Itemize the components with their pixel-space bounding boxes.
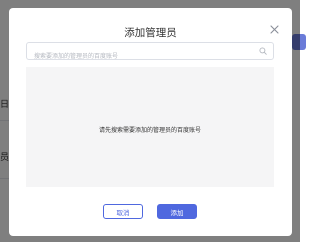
search-results-area: 请先搜索需要添加的管理员的百度账号 <box>26 67 274 187</box>
search-box <box>26 42 274 65</box>
empty-state-message: 请先搜索需要添加的管理员的百度账号 <box>98 127 201 134</box>
search-icon[interactable] <box>258 46 268 56</box>
cancel-button[interactable]: 取消 <box>103 204 143 219</box>
close-button[interactable] <box>266 21 282 37</box>
add-admin-dialog: 添加管理员 请先搜索需要添加的管理员的百度账号 取消 添加 <box>9 8 292 236</box>
add-button[interactable]: 添加 <box>157 204 197 219</box>
dialog-title: 添加管理员 <box>124 27 177 39</box>
close-icon <box>269 24 279 34</box>
search-input[interactable] <box>27 48 251 65</box>
